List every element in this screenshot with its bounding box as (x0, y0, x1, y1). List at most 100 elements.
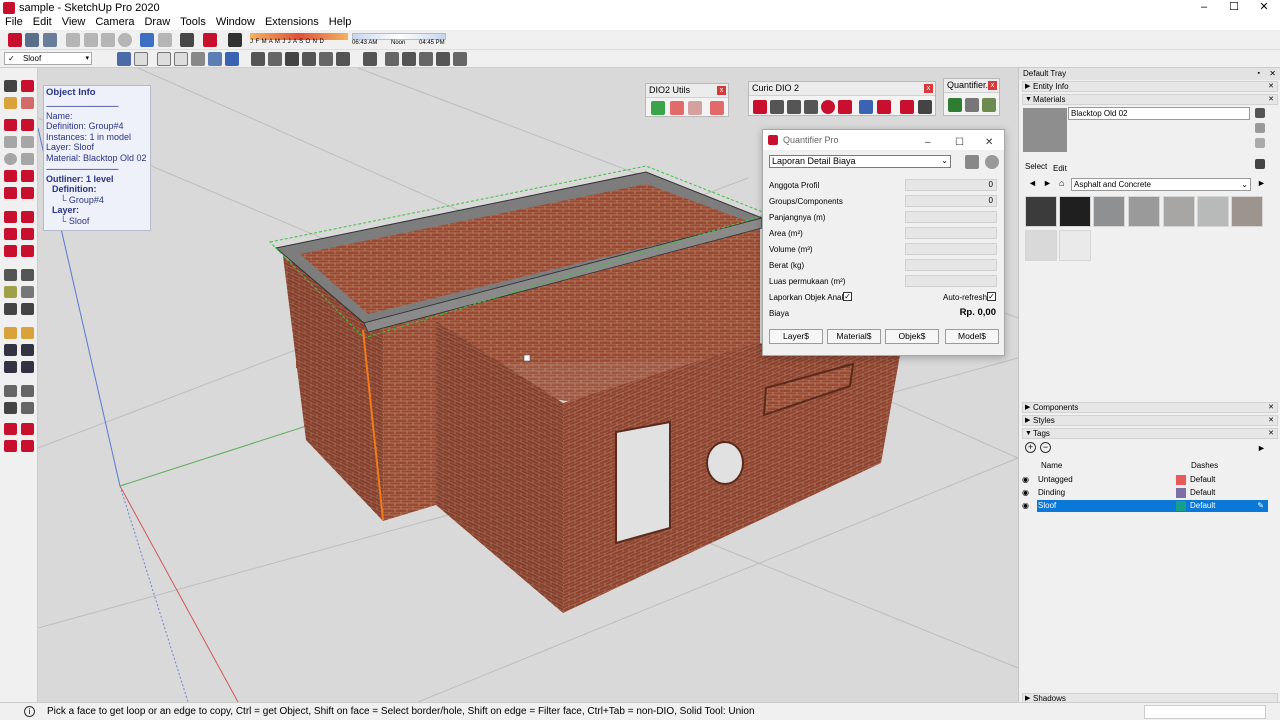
eyedropper-icon[interactable] (1255, 159, 1265, 169)
save-icon[interactable] (43, 33, 57, 47)
refresh-icon[interactable] (985, 155, 999, 169)
pin-icon[interactable]: ▪ (1258, 68, 1260, 80)
eye-icon[interactable]: ◉ (1022, 474, 1029, 486)
material-swatch[interactable] (1025, 230, 1057, 261)
library-select[interactable]: Asphalt and Concrete ⌄ (1071, 178, 1251, 191)
menu-file[interactable]: File (0, 16, 28, 30)
select-tool-icon[interactable] (4, 80, 17, 92)
entity-info-section[interactable]: ▶ Entity Info ✕ (1022, 81, 1278, 92)
rotate-tool-icon[interactable] (4, 228, 17, 240)
undo-icon[interactable] (140, 33, 154, 47)
circle-tool-icon[interactable] (4, 153, 17, 165)
monochrome-icon[interactable] (225, 52, 239, 66)
menu-extensions[interactable]: Extensions (260, 16, 324, 30)
quantifier-tag-icon[interactable] (982, 98, 996, 112)
outliner-icon[interactable] (453, 52, 467, 66)
section-plane-icon[interactable] (363, 52, 377, 66)
display-section-icon[interactable] (385, 52, 399, 66)
material-swatch[interactable] (1197, 196, 1229, 227)
dialog-close-button[interactable]: ✕ (985, 133, 993, 153)
section-plane-tool-icon[interactable] (21, 402, 34, 414)
maximize-button[interactable]: ☐ (1220, 0, 1248, 16)
make-component-icon[interactable] (21, 80, 34, 92)
tag-dash[interactable]: Default (1190, 500, 1215, 512)
curic-pick-icon[interactable] (859, 100, 873, 114)
rectangle-tool-icon[interactable] (4, 136, 17, 148)
zoom-window-icon[interactable] (21, 344, 34, 356)
tag-row[interactable]: ◉ Untagged Default (1020, 474, 1270, 486)
material-swatch[interactable] (1059, 196, 1091, 227)
menu-help[interactable]: Help (324, 16, 357, 30)
quantifier-run-icon[interactable] (948, 98, 962, 112)
materials-section[interactable]: ▼ Materials ✕ (1022, 94, 1278, 105)
protractor-icon[interactable] (4, 286, 17, 298)
shaded-icon[interactable] (191, 52, 205, 66)
position-camera-icon[interactable] (4, 385, 17, 397)
curic-rotated-rect-icon[interactable] (804, 100, 818, 114)
section-close-icon[interactable]: ✕ (1268, 416, 1274, 425)
tag-dropdown[interactable]: ✓ Sloof ▾ (4, 52, 92, 65)
move-tool-icon[interactable] (4, 211, 17, 223)
two-point-arc-icon[interactable] (21, 170, 34, 182)
tag-col-dashes[interactable]: Dashes (1191, 461, 1218, 470)
report-type-select[interactable]: Laporan Detail Biaya ⌄ (769, 155, 951, 168)
open-icon[interactable] (25, 33, 39, 47)
section-close-icon[interactable]: ✕ (1268, 403, 1274, 412)
left-view-icon[interactable] (336, 52, 350, 66)
curic-line-icon[interactable] (753, 100, 767, 114)
iso-view-icon[interactable] (251, 52, 265, 66)
info-icon[interactable]: i (24, 706, 35, 717)
right-view-icon[interactable] (302, 52, 316, 66)
polygon-tool-icon[interactable] (21, 153, 34, 165)
back-edges-icon[interactable] (134, 52, 148, 66)
quantifier-toolbar-close[interactable]: x (988, 81, 997, 90)
walk-icon[interactable] (4, 402, 17, 414)
offset-tool-icon[interactable] (21, 245, 34, 257)
dio-box-icon[interactable] (670, 101, 684, 115)
dialog-maximize-button[interactable]: ☐ (955, 133, 964, 153)
dio-utility-icon[interactable] (651, 101, 665, 115)
orbit-icon[interactable] (4, 327, 17, 339)
paint-bucket-icon[interactable] (4, 97, 17, 109)
tag-dash[interactable]: Default (1190, 474, 1215, 486)
tag-color-swatch[interactable] (1176, 488, 1186, 498)
text-tool-icon[interactable] (21, 286, 34, 298)
auto-refresh-checkbox[interactable]: ✓ (987, 292, 996, 301)
eraser-icon[interactable] (21, 97, 34, 109)
tag-color-swatch[interactable] (1176, 475, 1186, 485)
redo-icon[interactable] (158, 33, 172, 47)
arc-tool-icon[interactable] (4, 170, 17, 182)
time-slider[interactable] (352, 33, 446, 40)
copy-icon[interactable] (84, 33, 98, 47)
line-tool-icon[interactable] (4, 119, 17, 131)
close-button[interactable]: ✕ (1250, 0, 1278, 16)
shadows-toggle-icon[interactable] (228, 33, 242, 47)
extension-manager-icon[interactable] (21, 440, 34, 452)
paste-icon[interactable] (101, 33, 115, 47)
extension-warehouse-icon[interactable] (21, 423, 34, 435)
xray-icon[interactable] (117, 52, 131, 66)
tab-edit[interactable]: Edit (1053, 164, 1067, 173)
remove-tag-icon[interactable]: − (1040, 442, 1051, 453)
child-report-checkbox[interactable]: ✓ (843, 292, 852, 301)
new-model-icon[interactable] (8, 33, 22, 47)
pie-tool-icon[interactable] (21, 187, 34, 199)
curic-square-icon[interactable] (787, 100, 801, 114)
minimize-button[interactable]: – (1190, 0, 1218, 16)
curic-rect-icon[interactable] (770, 100, 784, 114)
section-fill-icon[interactable] (419, 52, 433, 66)
eye-icon[interactable]: ◉ (1022, 487, 1029, 499)
menu-tools[interactable]: Tools (175, 16, 211, 30)
print-icon[interactable] (180, 33, 194, 47)
add-tag-icon[interactable]: + (1025, 442, 1036, 453)
material-swatch[interactable] (1231, 196, 1263, 227)
axes-tool-icon[interactable] (4, 303, 17, 315)
top-view-icon[interactable] (268, 52, 282, 66)
tags-section[interactable]: ▼ Tags ✕ (1022, 428, 1278, 439)
follow-me-icon[interactable] (21, 228, 34, 240)
pan-icon[interactable] (21, 327, 34, 339)
layer-cost-button[interactable]: Layer$ (769, 329, 823, 344)
eye-icon[interactable]: ◉ (1022, 500, 1029, 512)
material-swatch[interactable] (1059, 230, 1091, 261)
material-display-icon[interactable] (1255, 108, 1265, 118)
